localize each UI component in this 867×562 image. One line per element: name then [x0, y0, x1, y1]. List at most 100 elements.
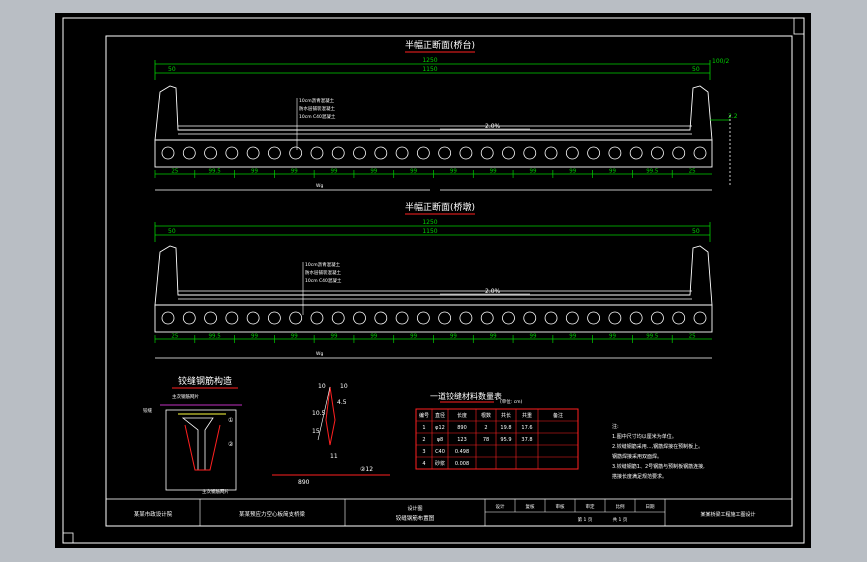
hinge-label-2: 铰缝	[143, 407, 152, 414]
slope-label: 2.0%	[485, 123, 501, 130]
leader-note-3: 10cm C40混凝土	[299, 113, 336, 120]
dim-value: 99	[569, 169, 576, 175]
dim-value: 99	[490, 169, 497, 175]
qty-cell: φ12	[435, 425, 445, 431]
dim-value: 99	[370, 334, 377, 340]
cad-viewport: 半幅正断面(桥台) 1250 1150 50 50 100/2 2.2 2.0%…	[0, 0, 867, 562]
qty-header-cell: 长度	[457, 412, 467, 419]
tb-cell-top: 比例	[616, 503, 625, 510]
hinge-note-b: ②	[228, 441, 234, 448]
dim-value: 99	[331, 334, 338, 340]
note-line: 3.铰缝钢筋1、2号钢筋与预制板钢筋连接,	[612, 463, 705, 470]
note-line: 1.图中尺寸均以厘米为单位。	[612, 433, 677, 440]
dim-value: 99	[251, 169, 258, 175]
dim-value: 99	[569, 334, 576, 340]
bottom-note: Wg	[316, 183, 323, 189]
dim-value: 99	[410, 169, 417, 175]
dim-value: 99	[410, 334, 417, 340]
section-bottom-title: 半幅正断面(桥墩)	[405, 201, 475, 213]
hinge-note-a: ①	[228, 417, 233, 424]
tb-cell-top: 设计	[496, 503, 505, 510]
tb-cell-top: 审核	[556, 503, 565, 510]
qty-cell: 3	[422, 449, 425, 455]
dim-inner-label-b: 1150	[422, 228, 437, 235]
qty-cell: 17.6	[521, 425, 532, 431]
dim-value: 25	[689, 334, 696, 340]
qty-cell: 2	[422, 437, 425, 443]
bottom-note-b: Wg	[316, 351, 323, 357]
slope-label-b: 2.0%	[485, 288, 501, 295]
dim-value: 99	[450, 334, 457, 340]
rebar-dim-4: 15	[312, 428, 320, 435]
qty-header-cell: 备注	[553, 412, 563, 419]
qty-cell: C40	[435, 449, 445, 455]
dim-value: 99	[291, 169, 298, 175]
tb-cell-bottom: 共 1 页	[613, 516, 628, 523]
dim-value: 25	[171, 334, 178, 340]
dim-left-label-b: 50	[168, 228, 176, 235]
dim-left-label: 50	[168, 66, 176, 73]
qty-cell: 2	[484, 425, 487, 431]
tb-cell-top: 审定	[586, 503, 595, 510]
qty-cell: φ8	[437, 437, 443, 443]
note-line: 注:	[612, 423, 619, 430]
dim-value: 99	[370, 169, 377, 175]
qty-cell: 123	[457, 437, 467, 443]
rebar-slope: 4.5	[337, 399, 347, 406]
qty-header-cell: 编号	[419, 412, 429, 419]
dim-value: 99.5	[209, 334, 222, 340]
leader-note-b1: 10cm沥青混凝土	[305, 261, 341, 268]
leader-note-2: 防水层铺装混凝土	[299, 105, 335, 112]
dim-value: 25	[171, 169, 178, 175]
qty-title: 一道铰缝材料数量表	[430, 391, 502, 401]
leader-note-b3: 10cm C40混凝土	[305, 277, 342, 284]
dim-value: 99	[490, 334, 497, 340]
dim-value: 99	[450, 169, 457, 175]
dim-value: 99	[331, 169, 338, 175]
hinge-label-1: 主次钢筋网片	[172, 393, 199, 400]
tb-right-text: 某某桥梁工程施工图设计	[700, 511, 755, 518]
note-line: 搭接长度满足规范要求。	[612, 473, 667, 480]
dim-value: 25	[689, 169, 696, 175]
qty-cell: 0.498	[455, 449, 469, 455]
qty-cell: 砂浆	[435, 460, 445, 467]
tb-company: 某某市政设计院	[134, 510, 173, 518]
dim-value: 99	[529, 334, 536, 340]
dim-value: 99	[291, 334, 298, 340]
tb-cell-top: 复核	[526, 503, 535, 510]
qty-cell: 4	[422, 461, 425, 467]
rebar-dim-2: 10	[340, 383, 348, 390]
drawing-sheet: 半幅正断面(桥台) 1250 1150 50 50 100/2 2.2 2.0%…	[55, 13, 811, 548]
dim-right-label: 50	[692, 66, 700, 73]
qty-cell: 1	[422, 425, 425, 431]
tb-project: 某某预应力空心板简支桥梁	[239, 510, 306, 518]
dim-value: 99	[529, 169, 536, 175]
leader-note-1: 10cm沥青混凝土	[299, 97, 335, 104]
qty-header-cell: 根数	[481, 412, 491, 419]
rebar-dim-5: 11	[330, 453, 338, 460]
dim-value: 99.5	[646, 169, 659, 175]
qty-cell: 0.008	[455, 461, 469, 467]
rebar-dim-3: 10.5	[312, 410, 326, 417]
section-top-title: 半幅正断面(桥台)	[405, 39, 475, 51]
qty-cell: 890	[457, 425, 467, 431]
rebar-bottom-note: ②12	[360, 466, 373, 473]
dim-value: 99	[609, 334, 616, 340]
dim-value: 99	[609, 169, 616, 175]
qty-header-cell: 共长	[501, 412, 511, 419]
dim-value: 99	[251, 334, 258, 340]
tb-drawing-sub: 设计图	[407, 505, 422, 512]
dim-total-label: 1250	[422, 57, 437, 64]
qty-header-cell: 直径	[435, 412, 445, 419]
tb-cell-bottom: 第 1 页	[578, 516, 593, 523]
hinge-title: 铰缝钢筋构造	[178, 375, 232, 387]
rebar-dim-1: 10	[318, 383, 326, 390]
leader-note-b2: 防水层铺装混凝土	[305, 269, 341, 276]
note-line: 2.铰缝钢筋采用...,钢筋焊接在预制板上。	[612, 443, 703, 450]
tb-cell-top: 日期	[646, 504, 655, 510]
dim-right-extra-label: 100/2	[712, 58, 729, 65]
dim-value: 99.5	[209, 169, 222, 175]
rebar-bottom-dim: 890	[298, 479, 310, 486]
qty-note: (单位: cm)	[500, 398, 523, 405]
dim-inner-label: 1150	[422, 66, 437, 73]
